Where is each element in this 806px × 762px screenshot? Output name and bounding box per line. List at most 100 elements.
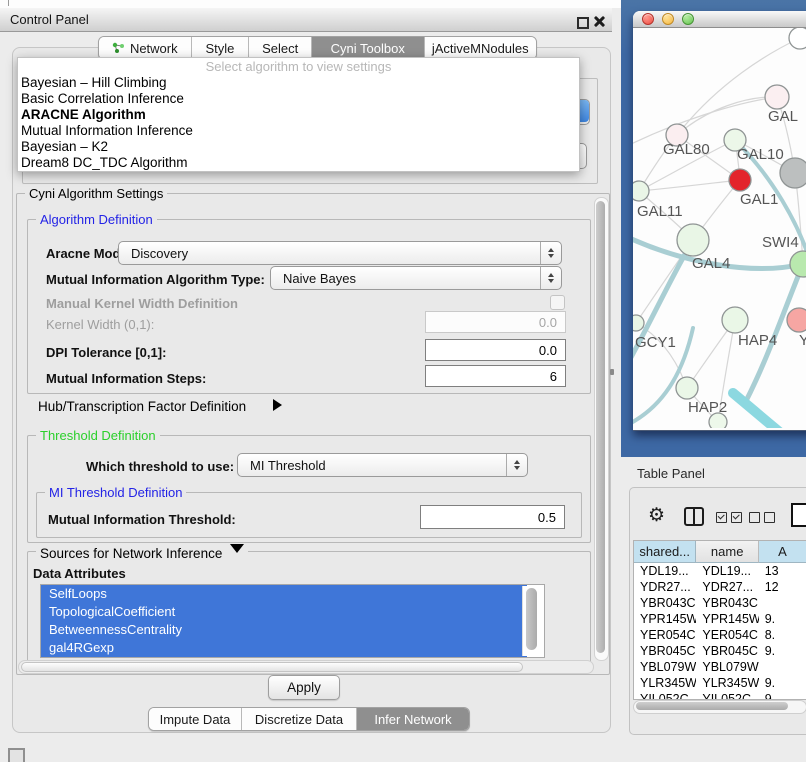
table-row[interactable]: YIL052CYIL052C9. [634,691,806,700]
close-icon[interactable] [593,15,606,28]
table-horizontal-scrollbar[interactable] [633,700,806,714]
table-cell[interactable]: YER054C [634,627,696,643]
table-cell[interactable]: YPR145W [634,611,696,627]
attributes-scrollbar[interactable] [522,586,543,656]
table-cell[interactable]: YDL19... [634,563,696,579]
data-attributes-list[interactable]: SelfLoopsTopologicalCoefficientBetweenne… [40,584,545,658]
file-icon[interactable] [791,503,806,527]
table-cell[interactable]: 9. [759,691,806,700]
column-header-third[interactable]: A [759,541,806,563]
algorithm-popup-item[interactable]: Basic Correlation Inference [18,91,579,107]
mi-threshold-input[interactable]: 0.5 [420,505,565,529]
algorithm-popup-item[interactable]: Bayesian – Hill Climbing [18,75,579,91]
table-cell[interactable]: YBR043C [634,595,696,611]
table-cell[interactable]: YLR345W [696,675,758,691]
network-node[interactable] [790,251,806,277]
tab-impute-data[interactable]: Impute Data [149,708,242,730]
table-row[interactable]: YBR045CYBR045C9. [634,643,806,659]
which-threshold-select[interactable]: MI Threshold [237,453,528,477]
table-cell[interactable]: YLR345W [634,675,696,691]
table-cell[interactable]: 9. [759,643,806,659]
dock-panel-icon[interactable] [8,748,25,762]
table-row[interactable]: YLR345WYLR345W9. [634,675,806,691]
network-node[interactable] [676,377,698,399]
network-node[interactable] [677,224,709,256]
table-cell[interactable]: YER054C [696,627,758,643]
close-traffic-light-icon[interactable] [642,13,654,25]
tab-cyni-toolbox[interactable]: Cyni Toolbox [312,37,424,59]
table-cell[interactable]: 13 [759,563,806,579]
network-node[interactable] [787,308,806,332]
tab-select[interactable]: Select [249,37,312,59]
apply-button[interactable]: Apply [268,675,340,700]
expand-arrow-icon[interactable] [273,399,288,411]
network-node[interactable] [780,158,806,188]
tab-jactivemnodules[interactable]: jActiveMNodules [425,37,536,59]
table-row[interactable]: YER054CYER054C8. [634,627,806,643]
gear-icon[interactable]: ⚙ [648,504,665,527]
network-node[interactable] [722,307,748,333]
mi-steps-input[interactable]: 6 [425,365,566,387]
algorithm-popup-item[interactable]: ARACNE Algorithm [18,107,579,123]
table-cell[interactable]: YDR27... [634,579,696,595]
data-attribute-item[interactable]: BetweennessCentrality [41,621,527,639]
table-cell[interactable]: YBR043C [696,595,758,611]
minimize-traffic-light-icon[interactable] [662,13,674,25]
table-cell[interactable]: YIL052C [696,691,758,700]
data-attribute-item[interactable]: SelfLoops [41,585,527,603]
table-cell[interactable]: 9. [759,675,806,691]
table-cell[interactable]: YDR27... [696,579,758,595]
network-node[interactable] [765,85,789,109]
table-cell[interactable] [759,659,806,675]
table-cell[interactable]: YPR145W [696,611,758,627]
data-attribute-item[interactable]: TopologicalCoefficient [41,603,527,621]
settings-horizontal-scrollbar[interactable] [18,660,594,674]
data-attribute-item[interactable]: gal4RGexp [41,639,527,657]
table-row[interactable]: YPR145WYPR145W9. [634,611,806,627]
network-node[interactable] [633,181,649,201]
float-window-icon[interactable] [577,17,589,29]
table-cell[interactable]: 9. [759,611,806,627]
network-edge[interactable] [733,393,806,428]
table-row[interactable]: YDL19...YDL19...13 [634,563,806,579]
table-cell[interactable]: YBL079W [696,659,758,675]
table-cell[interactable]: YBL079W [634,659,696,675]
collapse-arrow-icon[interactable] [230,544,244,560]
columns-icon[interactable] [684,507,704,526]
settings-vertical-scrollbar[interactable] [594,197,609,661]
table-row[interactable]: YBL079WYBL079W [634,659,806,675]
algorithm-popup-item[interactable]: Dream8 DC_TDC Algorithm [18,155,579,171]
tab-infer-network[interactable]: Infer Network [357,708,469,730]
zoom-traffic-light-icon[interactable] [682,13,694,25]
network-canvas[interactable]: GALGAL80GAL10GAL1GAL11SWI4GAL4GCY1HAP4YH… [633,28,806,428]
table-cell[interactable]: YBR045C [634,643,696,659]
algorithm-popup-item[interactable]: Bayesian – K2 [18,139,579,155]
network-node[interactable] [633,315,644,331]
algorithm-popup-item[interactable]: Mutual Information Inference [18,123,579,139]
table-cell[interactable]: 8. [759,627,806,643]
table-cell[interactable]: YBR045C [696,643,758,659]
network-node[interactable] [789,28,806,49]
manual-kernel-checkbox[interactable] [550,295,565,310]
split-pane-handle[interactable] [610,369,614,375]
network-edge[interactable] [677,97,777,135]
tab-style[interactable]: Style [192,37,250,59]
select-all-checkboxes-icon[interactable] [716,512,742,523]
hub-section-label[interactable]: Hub/Transcription Factor Definition [38,399,246,414]
aracne-mode-select[interactable]: Discovery [118,241,562,265]
table-cell[interactable]: YDL19... [696,563,758,579]
deselect-all-checkboxes-icon[interactable] [749,512,775,523]
network-window-titlebar[interactable] [633,11,806,28]
table-cell[interactable]: YIL052C [634,691,696,700]
table-cell[interactable] [759,595,806,611]
dpi-tolerance-input[interactable]: 0.0 [425,339,566,361]
mi-type-select[interactable]: Naive Bayes [270,266,562,290]
network-edge[interactable] [639,180,740,191]
table-row[interactable]: YDR27...YDR27...12 [634,579,806,595]
network-node[interactable] [729,169,751,191]
table-cell[interactable]: 12 [759,579,806,595]
column-header-name[interactable]: name [696,541,758,563]
tab-discretize-data[interactable]: Discretize Data [242,708,357,730]
table-row[interactable]: YBR043CYBR043C [634,595,806,611]
column-header-shared-name[interactable]: shared... [634,541,696,563]
